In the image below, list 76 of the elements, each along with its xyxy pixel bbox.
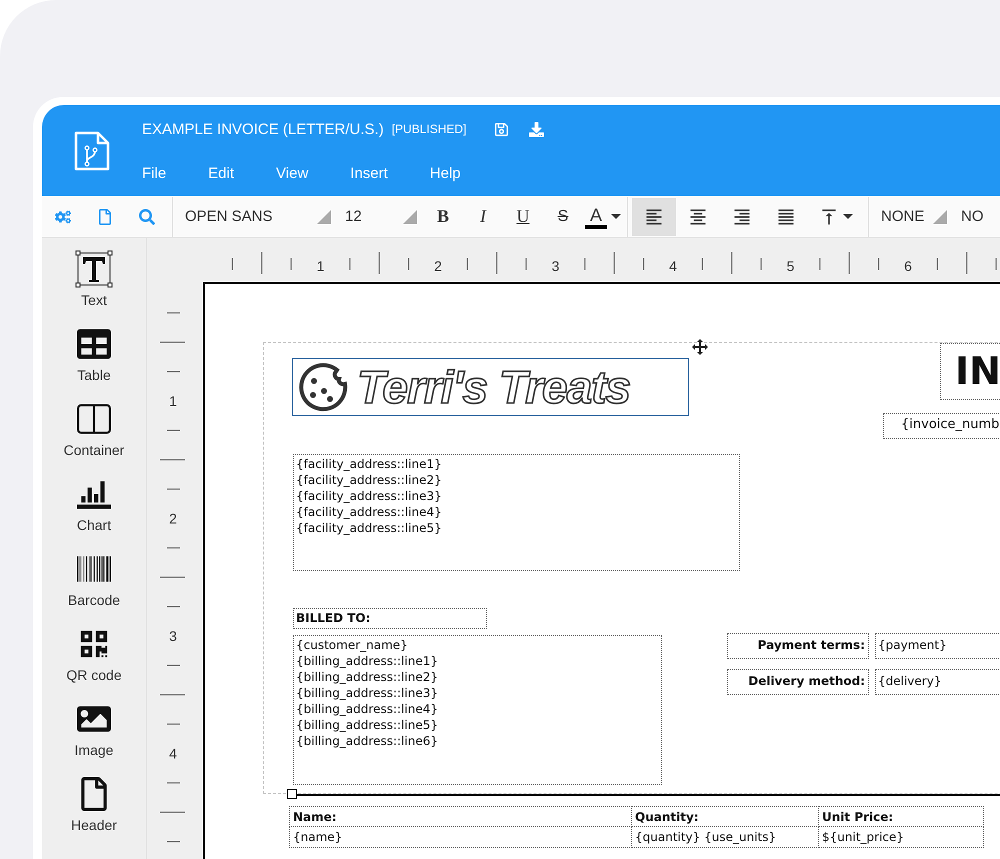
table-header-cell: Unit Price: [818, 806, 984, 826]
sidebar-tool[interactable]: Text [44, 250, 144, 325]
format-button[interactable]: I [463, 198, 503, 236]
address-line: {facility_address::line4} [296, 504, 443, 520]
ruler-number: 4 [669, 258, 677, 274]
address-line: {facility_address::line2} [296, 472, 443, 488]
ruler-number: 4 [169, 746, 177, 762]
format-button[interactable]: S [543, 198, 583, 236]
address-line: {customer_name} [296, 637, 409, 653]
ruler-number: 1 [169, 393, 177, 409]
address-line: {billing_address::line4} [296, 701, 439, 717]
address-line: {billing_address::line3} [296, 685, 439, 701]
sidebar-tool[interactable]: Image [44, 700, 144, 775]
logo-image[interactable]: Terri's Treats [292, 358, 689, 416]
sidebar-tool[interactable]: Header [44, 775, 144, 850]
file-icon [97, 208, 113, 224]
ruler-number: 5 [786, 258, 794, 274]
sidebar-tool[interactable]: QR code [44, 625, 144, 700]
ruler-number: 3 [552, 258, 560, 274]
format-button[interactable]: B [423, 198, 463, 236]
align-justify-icon [776, 206, 796, 226]
download-icon [529, 122, 544, 136]
table-icon [77, 327, 111, 361]
table-cell: {name} [290, 826, 632, 848]
move-icon[interactable] [692, 339, 708, 355]
document-branch-icon [74, 130, 110, 170]
align-center-icon [688, 206, 708, 226]
invoice-number-field: {invoice_numb [883, 413, 1000, 439]
field-label: Payment terms: [727, 633, 869, 659]
size-select[interactable]: 12 [337, 198, 423, 236]
text-tool-icon [75, 250, 113, 288]
font-select[interactable]: OPEN SANS [177, 198, 337, 236]
align-right-icon [732, 206, 752, 226]
field-value: {payment} [875, 633, 1000, 659]
ruler-number: 3 [169, 628, 177, 644]
address-line: {facility_address::line5} [296, 520, 443, 536]
sidebar-tool[interactable]: Barcode [44, 550, 144, 625]
format-button[interactable]: A [583, 198, 623, 236]
gears-icon [55, 208, 71, 224]
address-line: {billing_address::line2} [296, 669, 439, 685]
table-header-cell: Name: [290, 806, 632, 826]
table-header-cell: Quantity: [632, 806, 818, 826]
field-value: {delivery} [875, 669, 1000, 695]
publish-status: [PUBLISHED] [392, 122, 466, 136]
border-select[interactable]: NO [953, 198, 993, 236]
address-line: {facility_address::line1} [296, 456, 443, 472]
sidebar-tool[interactable]: Chart [44, 475, 144, 550]
save-icon [494, 122, 510, 136]
align-button[interactable] [632, 198, 676, 236]
split-panel-icon [77, 402, 111, 436]
address-line: {facility_address::line3} [296, 488, 443, 504]
ruler-number: 2 [169, 510, 177, 526]
address-line: {billing_address::line1} [296, 653, 439, 669]
caret-icon [611, 214, 621, 219]
caret-icon [843, 214, 853, 219]
address-line: {billing_address::line5} [296, 717, 439, 733]
logo-text: Terri's Treats [357, 360, 630, 414]
ruler-number: 1 [316, 258, 324, 274]
ruler-number: 2 [434, 258, 442, 274]
resize-handle[interactable] [287, 789, 297, 799]
align-left-icon [644, 206, 664, 226]
invoice-heading: IN [940, 343, 1000, 400]
billed-to-label: BILLED TO: [293, 608, 487, 629]
sidebar-tool[interactable]: Container [44, 400, 144, 475]
address-line: {billing_address::line6} [296, 733, 439, 749]
cookie-icon [297, 361, 349, 413]
qr-code-icon [79, 629, 109, 659]
border-select[interactable]: NONE [873, 198, 953, 236]
document-title: EXAMPLE INVOICE (LETTER/U.S.) [142, 120, 384, 138]
ruler-number: 6 [904, 258, 912, 274]
table-cell: ${unit_price} [818, 826, 984, 848]
table-cell: {quantity} {use_units} [632, 826, 818, 848]
sidebar-tool[interactable]: Table [44, 325, 144, 400]
search-icon [139, 208, 155, 224]
field-label: Delivery method: [727, 669, 869, 695]
format-button[interactable]: U [503, 198, 543, 236]
